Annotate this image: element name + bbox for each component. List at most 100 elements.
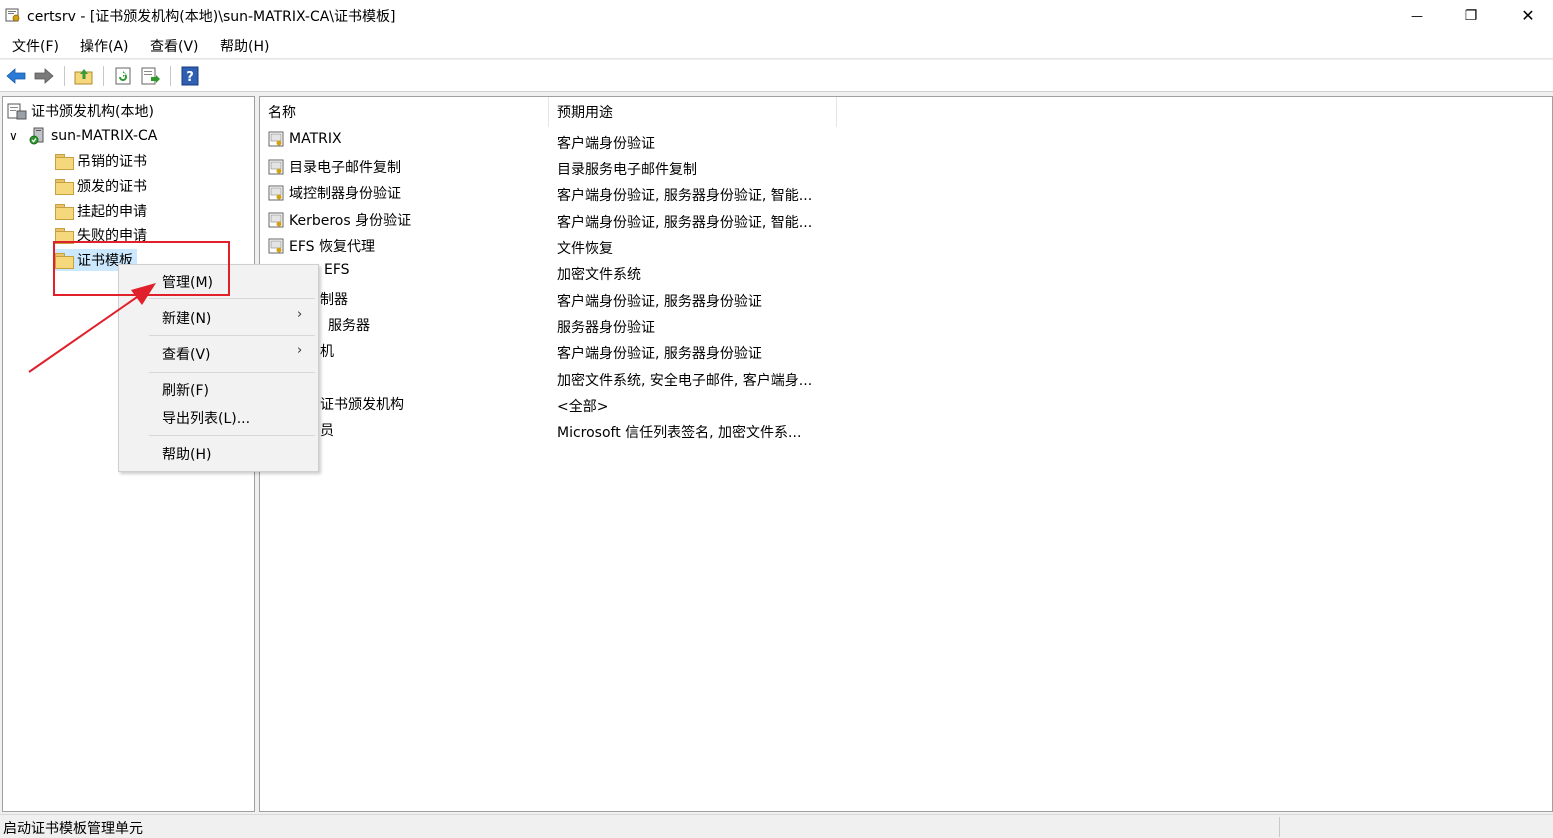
list-item[interactable]: EFS 恢复代理 文件恢复 — [260, 234, 1160, 260]
column-header-label: 名称 — [268, 105, 296, 121]
list-item[interactable]: EFS 加密文件系统 — [260, 260, 1160, 286]
menu-view[interactable]: 查看(V) — [150, 36, 199, 56]
template-name: 员 — [320, 423, 334, 439]
toolbar: ? — [0, 60, 1553, 92]
up-one-level-button[interactable] — [73, 65, 95, 87]
template-purpose: 文件恢复 — [557, 241, 613, 257]
template-name: 机 — [320, 344, 334, 360]
tree-item-ca-root[interactable]: 证书颁发机构(本地) — [7, 100, 154, 122]
template-purpose: 客户端身份验证, 服务器身份验证, 智能... — [557, 215, 813, 231]
tree-item-revoked-certs[interactable]: 吊销的证书 — [55, 150, 147, 172]
template-name: 服务器 — [328, 318, 370, 334]
refresh-icon — [115, 67, 131, 85]
restore-button[interactable]: ❐ — [1448, 0, 1494, 31]
context-menu-new[interactable]: 新建(N) › — [120, 304, 317, 330]
column-header-purpose[interactable]: 预期用途 — [549, 97, 837, 127]
folder-icon — [55, 204, 74, 220]
up-folder-icon — [74, 69, 93, 85]
forward-button[interactable] — [33, 65, 55, 87]
context-menu-label: 导出列表(L)... — [162, 411, 251, 427]
template-name: 制器 — [320, 292, 348, 308]
context-menu-label: 刷新(F) — [162, 383, 209, 399]
toolbar-separator — [64, 66, 65, 86]
status-bar: 启动证书模板管理单元 — [0, 814, 1553, 838]
back-button[interactable] — [5, 65, 27, 87]
back-arrow-icon — [6, 68, 26, 84]
context-menu-view[interactable]: 查看(V) › — [120, 340, 317, 366]
submenu-arrow-icon: › — [297, 307, 303, 322]
menu-file[interactable]: 文件(F) — [12, 36, 59, 56]
template-purpose: 客户端身份验证, 服务器身份验证, 智能... — [557, 188, 813, 204]
template-name: MATRIX — [289, 131, 342, 147]
tree-item-pending-requests[interactable]: 挂起的申请 — [55, 200, 147, 222]
close-button[interactable]: ✕ — [1505, 0, 1551, 31]
context-menu-export-list[interactable]: 导出列表(L)... — [120, 404, 317, 430]
list-item[interactable]: 目录电子邮件复制 目录服务电子邮件复制 — [260, 155, 1160, 181]
list-item[interactable]: 证书颁发机构 <全部> — [260, 392, 1160, 418]
menu-separator — [149, 435, 315, 436]
certificate-template-icon — [268, 212, 284, 228]
template-purpose: 加密文件系统 — [557, 267, 641, 283]
template-name: Kerberos 身份验证 — [289, 213, 412, 229]
toolbar-separator — [103, 66, 104, 86]
refresh-button[interactable] — [112, 65, 134, 87]
folder-icon — [55, 179, 74, 195]
folder-icon — [55, 228, 74, 244]
menu-separator — [149, 298, 315, 299]
certificate-template-icon — [268, 238, 284, 254]
submenu-arrow-icon: › — [297, 343, 303, 358]
close-icon: ✕ — [1521, 6, 1535, 25]
status-divider — [1279, 817, 1280, 837]
menu-separator — [149, 372, 315, 373]
menu-separator — [149, 335, 315, 336]
template-name: EFS 恢复代理 — [289, 239, 375, 255]
certificate-authority-icon — [7, 103, 27, 120]
tree-item-label: 吊销的证书 — [77, 154, 147, 170]
template-purpose: 服务器身份验证 — [557, 320, 655, 336]
template-purpose: 客户端身份验证 — [557, 136, 655, 152]
help-icon: ? — [181, 66, 199, 86]
template-purpose: Microsoft 信任列表签名, 加密文件系... — [557, 425, 802, 441]
list-item[interactable]: 员 Microsoft 信任列表签名, 加密文件系... — [260, 418, 1160, 444]
template-purpose: 目录服务电子邮件复制 — [557, 162, 697, 178]
minimize-icon: — — [1411, 8, 1423, 23]
title-bar: certsrv - [证书颁发机构(本地)\sun-MATRIX-CA\证书模板… — [0, 0, 1553, 31]
list-item[interactable]: 机 客户端身份验证, 服务器身份验证 — [260, 339, 1160, 365]
export-list-button[interactable] — [140, 65, 162, 87]
template-purpose: 客户端身份验证, 服务器身份验证 — [557, 294, 762, 310]
window-title: certsrv - [证书颁发机构(本地)\sun-MATRIX-CA\证书模板… — [27, 9, 396, 25]
results-list: 名称 预期用途 MATRIX 客户端身份验证 目录电子邮件复制 目录服务电子邮件… — [259, 96, 1553, 812]
context-menu-label: 查看(V) — [162, 347, 211, 363]
list-item[interactable]: Kerberos 身份验证 客户端身份验证, 服务器身份验证, 智能... — [260, 208, 1160, 234]
context-menu-help[interactable]: 帮助(H) — [120, 440, 317, 466]
expand-chevron-icon[interactable]: ∨ — [9, 129, 23, 143]
template-purpose: <全部> — [557, 399, 609, 415]
export-list-icon — [141, 67, 160, 85]
minimize-button[interactable]: — — [1394, 0, 1440, 31]
template-purpose: 客户端身份验证, 服务器身份验证 — [557, 346, 762, 362]
template-name: 目录电子邮件复制 — [289, 160, 401, 176]
context-menu-label: 新建(N) — [162, 311, 212, 327]
column-header-name[interactable]: 名称 — [260, 97, 549, 127]
mmc-window: certsrv - [证书颁发机构(本地)\sun-MATRIX-CA\证书模板… — [0, 0, 1553, 838]
template-name: EFS — [324, 262, 350, 278]
svg-text:?: ? — [186, 70, 194, 85]
column-header-label: 预期用途 — [557, 105, 613, 121]
tree-item-label: 颁发的证书 — [77, 179, 147, 195]
context-menu-refresh[interactable]: 刷新(F) — [120, 376, 317, 402]
list-item[interactable]: 加密文件系统, 安全电子邮件, 客户端身... — [260, 366, 1160, 392]
help-button[interactable]: ? — [179, 65, 201, 87]
tree-item-label: 挂起的申请 — [77, 204, 147, 220]
list-item[interactable]: 制器 客户端身份验证, 服务器身份验证 — [260, 287, 1160, 313]
list-item[interactable]: MATRIX 客户端身份验证 — [260, 129, 1160, 155]
list-item[interactable]: 服务器 服务器身份验证 — [260, 313, 1160, 339]
tree-item-sun-matrix-ca[interactable]: ∨ sun-MATRIX-CA — [9, 125, 157, 147]
template-name: 域控制器身份验证 — [289, 186, 401, 202]
menu-help[interactable]: 帮助(H) — [220, 36, 269, 56]
certificate-template-icon — [268, 159, 284, 175]
context-menu-label: 帮助(H) — [162, 447, 212, 463]
list-item[interactable]: 域控制器身份验证 客户端身份验证, 服务器身份验证, 智能... — [260, 181, 1160, 207]
tree-item-issued-certs[interactable]: 颁发的证书 — [55, 175, 147, 197]
restore-icon: ❐ — [1464, 7, 1478, 24]
menu-action[interactable]: 操作(A) — [80, 36, 129, 56]
